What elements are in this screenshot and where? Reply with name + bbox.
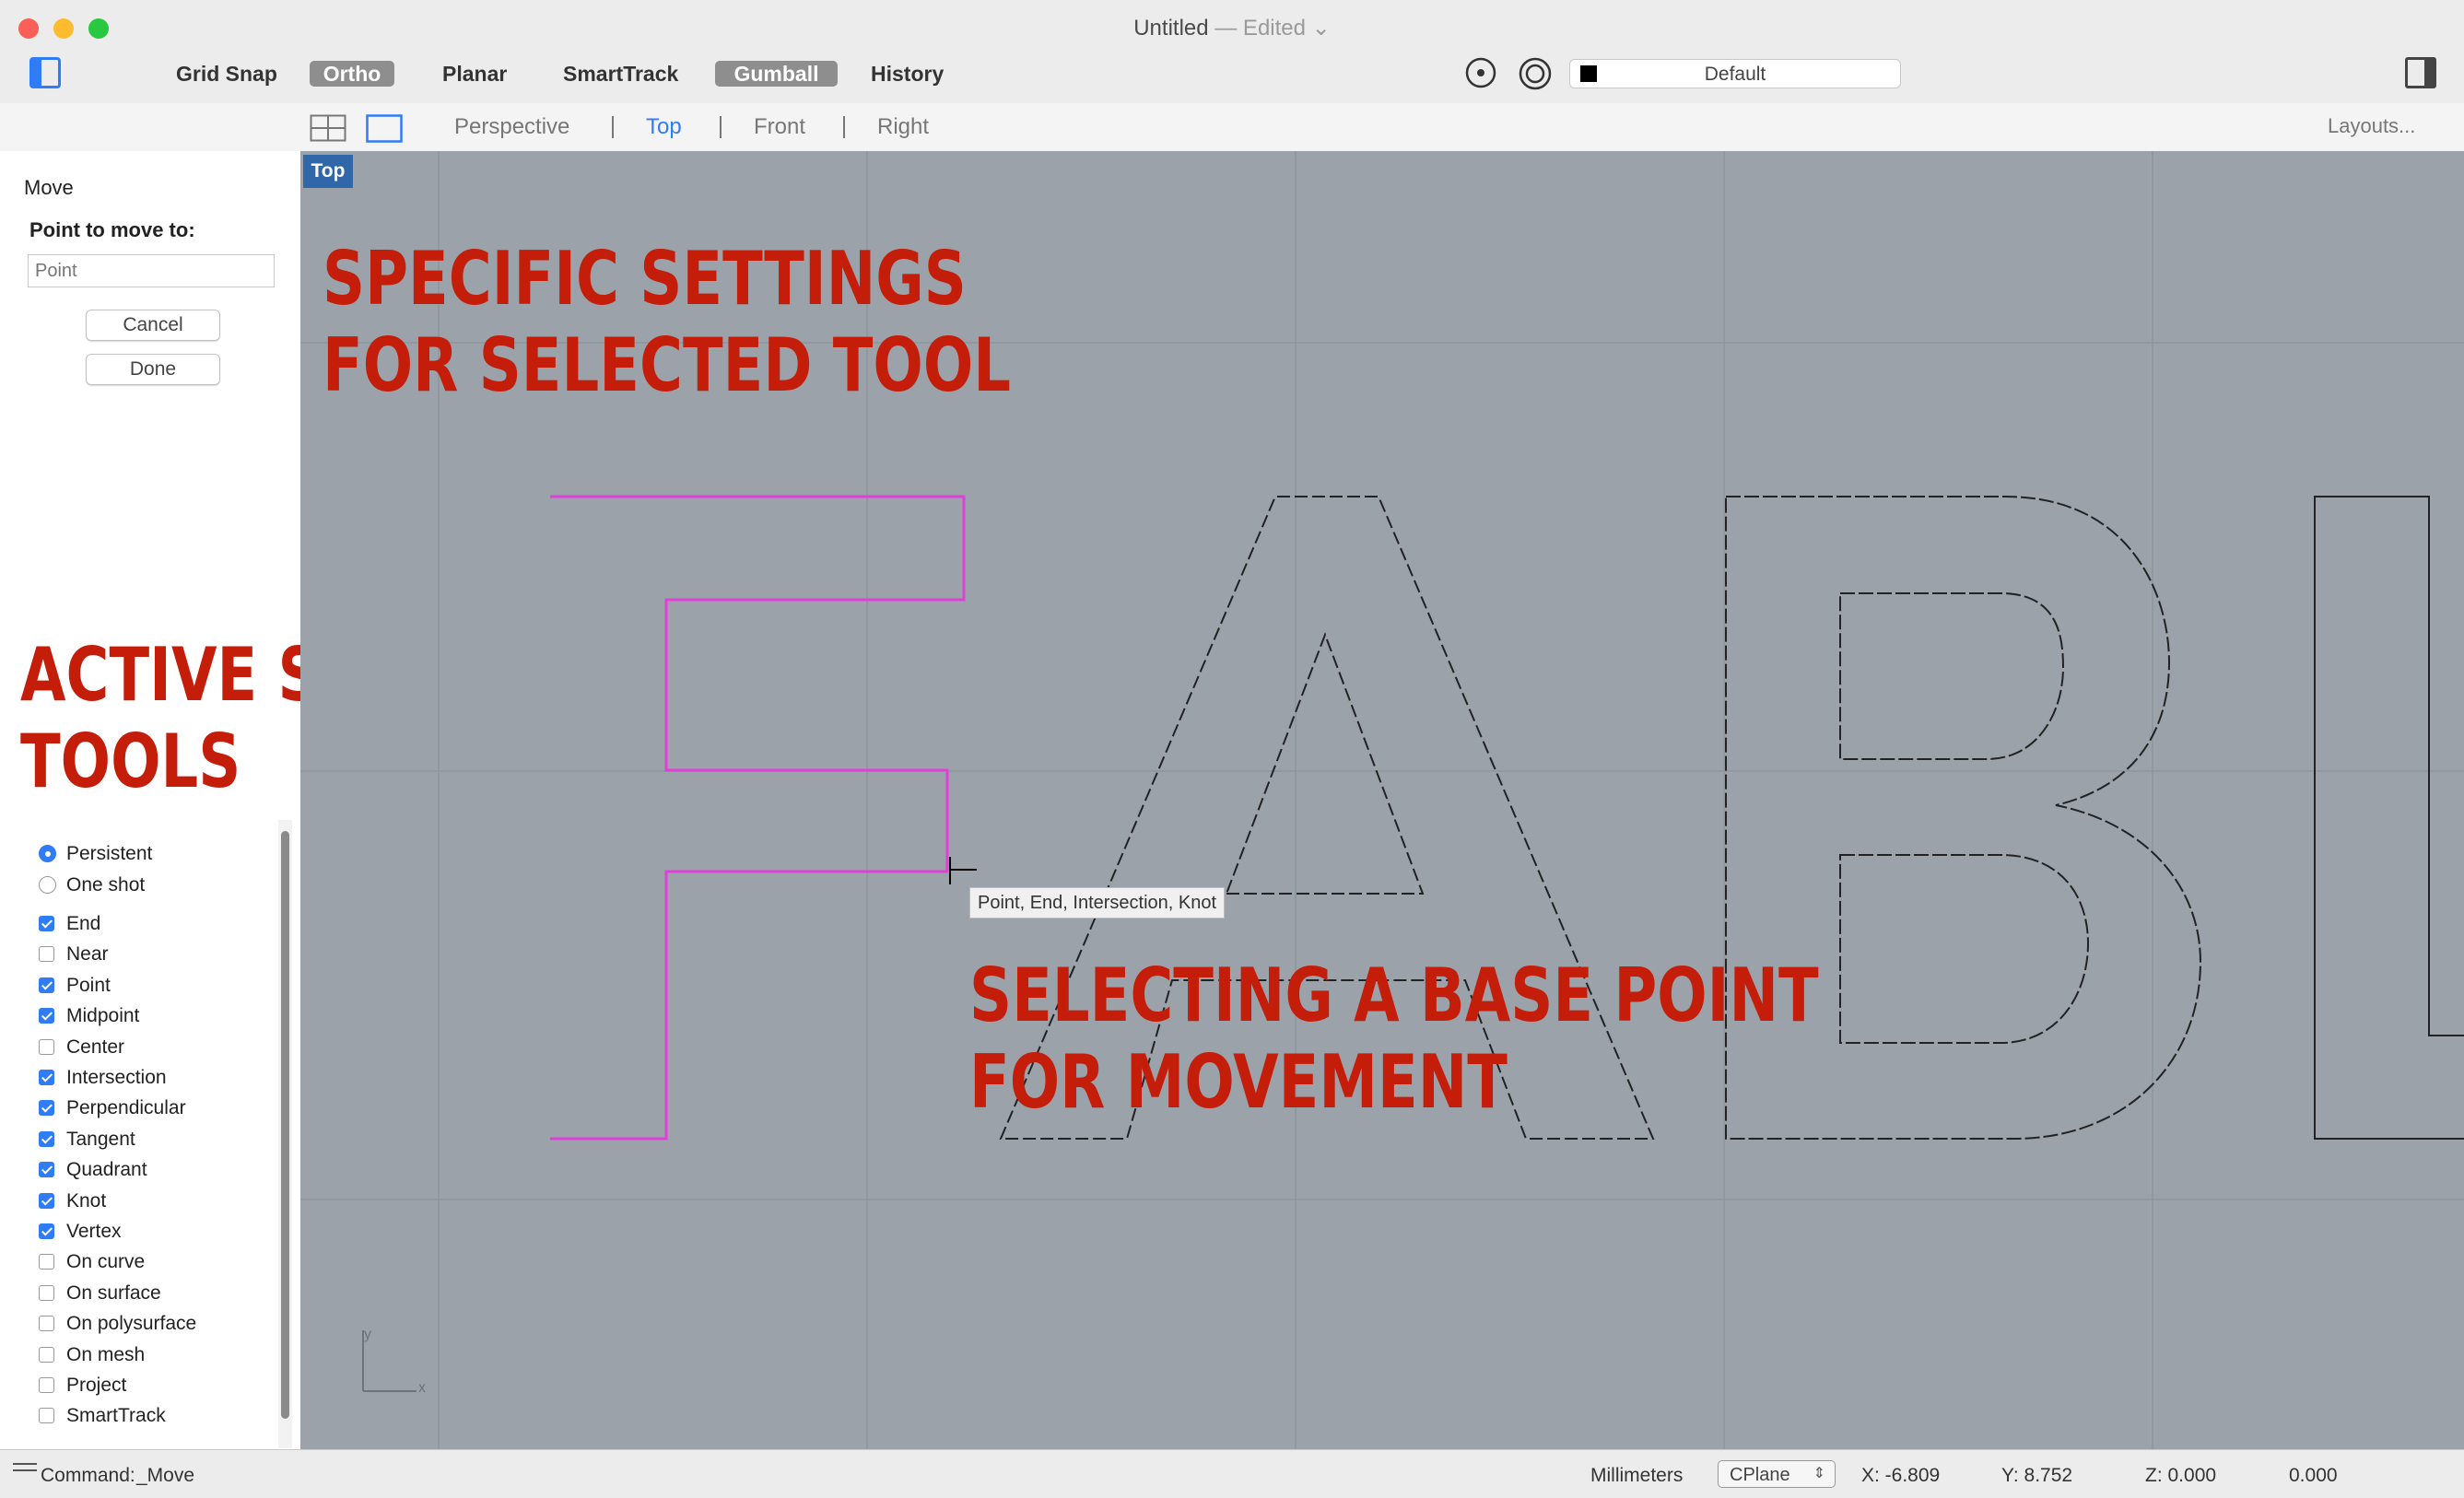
osnap-label: End [66, 913, 101, 934]
osnap-label: On curve [66, 1251, 146, 1273]
gumball-toggle[interactable]: Gumball [715, 61, 838, 87]
tab-right[interactable]: Right [877, 114, 929, 140]
osnap-checkbox[interactable] [39, 1162, 54, 1178]
command-line-input[interactable]: _Move [136, 1465, 194, 1487]
cplane-selector[interactable]: CPlane ⇕ [1718, 1460, 1836, 1488]
radio-button[interactable] [39, 876, 56, 894]
tab-top[interactable]: Top [646, 114, 682, 140]
tab-divider [612, 116, 614, 138]
toggle-left-sidebar-icon[interactable] [29, 57, 61, 88]
x-coordinate: X: -6.809 [1861, 1465, 1941, 1486]
snap-mode-label: Persistent [66, 843, 153, 864]
planar-toggle[interactable]: Planar [429, 61, 520, 87]
osnap-label: Tangent [66, 1128, 135, 1150]
osnap-label: Point [66, 974, 111, 996]
tab-perspective[interactable]: Perspective [454, 114, 569, 140]
top-viewport[interactable]: Top y x Point, End, Intersection, Knot S… [300, 151, 2464, 1449]
osnap-checkbox[interactable] [39, 1192, 54, 1209]
osnap-label: Knot [66, 1189, 107, 1211]
crosshair-cursor-icon [949, 857, 977, 884]
ortho-toggle[interactable]: Ortho [310, 61, 394, 87]
render-settings-icon[interactable] [1518, 56, 1553, 91]
tab-divider [720, 116, 722, 138]
osnap-checkbox[interactable] [39, 1008, 54, 1024]
done-button[interactable]: Done [86, 354, 220, 385]
viewport-tab-bar: Perspective Top Front Right Layouts... [0, 103, 2464, 152]
axis-y-label: y [364, 1327, 371, 1342]
point-input[interactable] [28, 254, 275, 287]
command-history-icon[interactable] [13, 1461, 37, 1474]
osnap-checkbox[interactable] [39, 1100, 54, 1117]
osnap-label: Perpendicular [66, 1097, 186, 1119]
osnap-checkbox[interactable] [39, 1038, 54, 1055]
osnap-checkbox[interactable] [39, 1346, 54, 1363]
cancel-button[interactable]: Cancel [86, 310, 220, 341]
osnap-label: On polysurface [66, 1313, 197, 1335]
command-line-label: Command: [41, 1465, 135, 1486]
edited-indicator[interactable]: — Edited ⌄ [1209, 16, 1331, 41]
status-bar: Command: _Move Millimeters CPlane ⇕ X: -… [0, 1449, 2464, 1498]
viewport-label[interactable]: Top [303, 155, 353, 188]
toggle-right-sidebar-icon[interactable] [2405, 57, 2436, 88]
scrollbar-thumb[interactable] [281, 831, 289, 1419]
stepper-arrows-icon: ⇕ [1813, 1466, 1825, 1481]
history-toggle[interactable]: History [858, 61, 956, 87]
command-prompt: Point to move to: [29, 218, 195, 241]
osnap-checkbox[interactable] [39, 1070, 54, 1085]
osnap-checkbox[interactable] [39, 977, 54, 993]
osnap-label: Intersection [66, 1067, 167, 1088]
radio-button[interactable] [39, 845, 56, 862]
window-title: Untitled — Edited ⌄ [0, 15, 2464, 41]
snap-mode-label: One shot [66, 874, 146, 895]
osnap-label: Project [66, 1375, 127, 1396]
z-coordinate: Z: 0.000 [2145, 1465, 2217, 1486]
osnap-checkbox[interactable] [39, 1223, 54, 1239]
osnap-label: On surface [66, 1281, 161, 1304]
layouts-menu[interactable]: Layouts... [2328, 114, 2415, 138]
layer-name: Default [1704, 64, 1766, 85]
document-name: Untitled [1133, 16, 1209, 41]
osnap-scrollbar[interactable] [278, 820, 292, 1448]
layer-selector[interactable]: Default [1569, 59, 1901, 88]
cplane-value: CPlane [1730, 1465, 1790, 1485]
grid-snap-toggle[interactable]: Grid Snap [163, 61, 290, 87]
tab-divider [843, 116, 845, 138]
single-viewport-icon[interactable] [366, 114, 403, 144]
osnap-label: SmartTrack [66, 1405, 166, 1427]
osnap-label: On mesh [66, 1343, 146, 1365]
osnap-checkbox[interactable] [39, 1377, 54, 1393]
axis-x-label: x [418, 1380, 426, 1396]
osnap-label: Midpoint [66, 1005, 140, 1027]
osnap-checkbox[interactable] [39, 1316, 54, 1332]
osnap-checkbox[interactable] [39, 1254, 54, 1270]
osnap-checkbox[interactable] [39, 1408, 54, 1424]
distance-readout: 0.000 [2289, 1465, 2338, 1486]
y-coordinate: Y: 8.752 [2001, 1465, 2073, 1486]
letter-f-selected-curve[interactable] [550, 495, 966, 1141]
osnap-label: Center [66, 1036, 125, 1058]
annotation-base-point: SELECTING A BASE POINT FOR MOVEMENT [969, 953, 1819, 1126]
command-name: Move [24, 176, 74, 199]
osnap-checkbox[interactable] [39, 946, 54, 963]
osnap-checkbox[interactable] [39, 1130, 54, 1147]
units-label: Millimeters [1590, 1465, 1684, 1486]
command-options-panel: Move Point to move to: Cancel Done ACTIV… [0, 151, 459, 1449]
osnap-tooltip: Point, End, Intersection, Knot [969, 887, 1226, 919]
tab-front[interactable]: Front [754, 114, 805, 140]
four-viewports-icon[interactable] [310, 114, 346, 142]
letter-l-outline[interactable] [2314, 496, 2464, 1140]
osnap-checkbox[interactable] [39, 1284, 54, 1301]
title-bar: Untitled — Edited ⌄ Grid Snap Ortho Plan… [0, 0, 2464, 104]
osnap-target-icon[interactable] [1464, 56, 1497, 89]
smarttrack-toggle[interactable]: SmartTrack [550, 61, 691, 87]
osnap-label: Quadrant [66, 1159, 147, 1181]
osnap-label: Near [66, 943, 109, 966]
annotation-tool-settings: SPECIFIC SETTINGS FOR SELECTED TOOL [323, 236, 1011, 409]
osnap-label: Vertex [66, 1221, 122, 1242]
osnap-checkbox[interactable] [39, 916, 54, 931]
